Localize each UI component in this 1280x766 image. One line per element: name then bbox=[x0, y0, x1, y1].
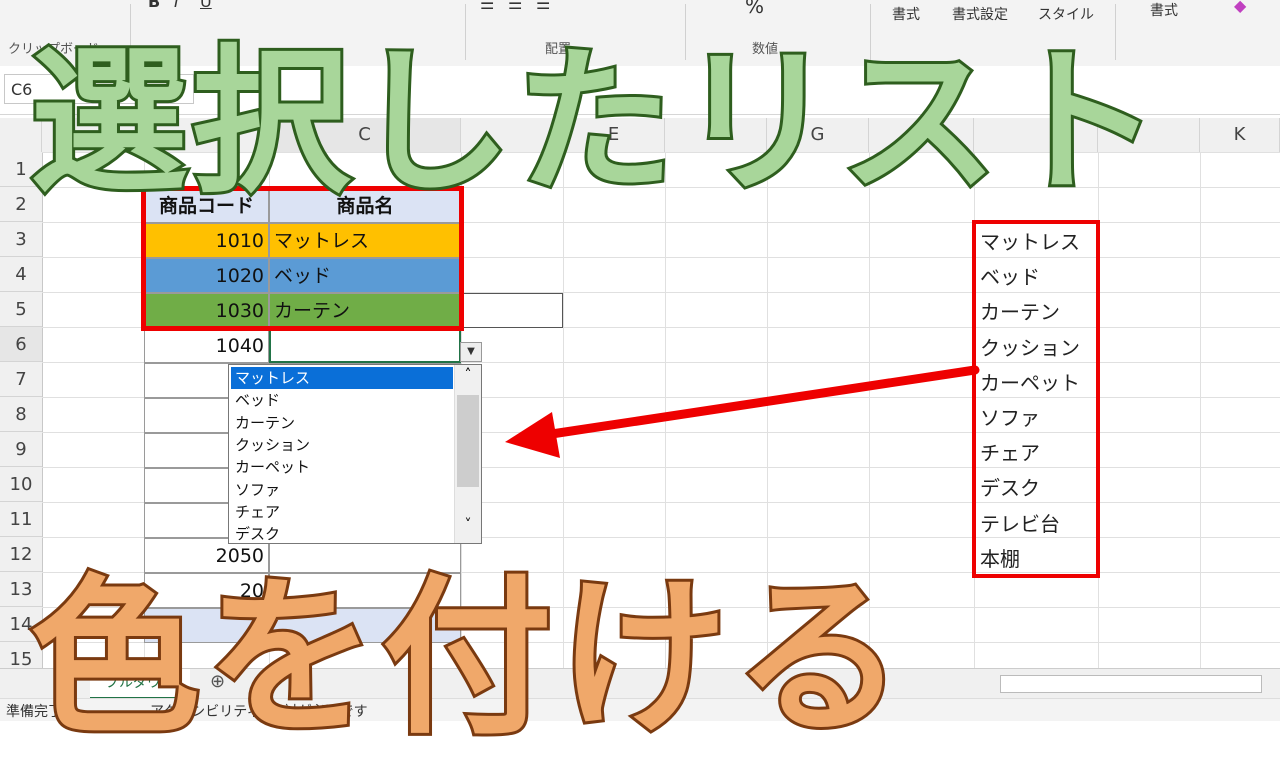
horizontal-scrollbar[interactable] bbox=[1000, 675, 1262, 693]
overlay-title-bottom: 色を付ける bbox=[27, 557, 911, 761]
overlay-title-top: 選択したリスト bbox=[27, 28, 1164, 218]
